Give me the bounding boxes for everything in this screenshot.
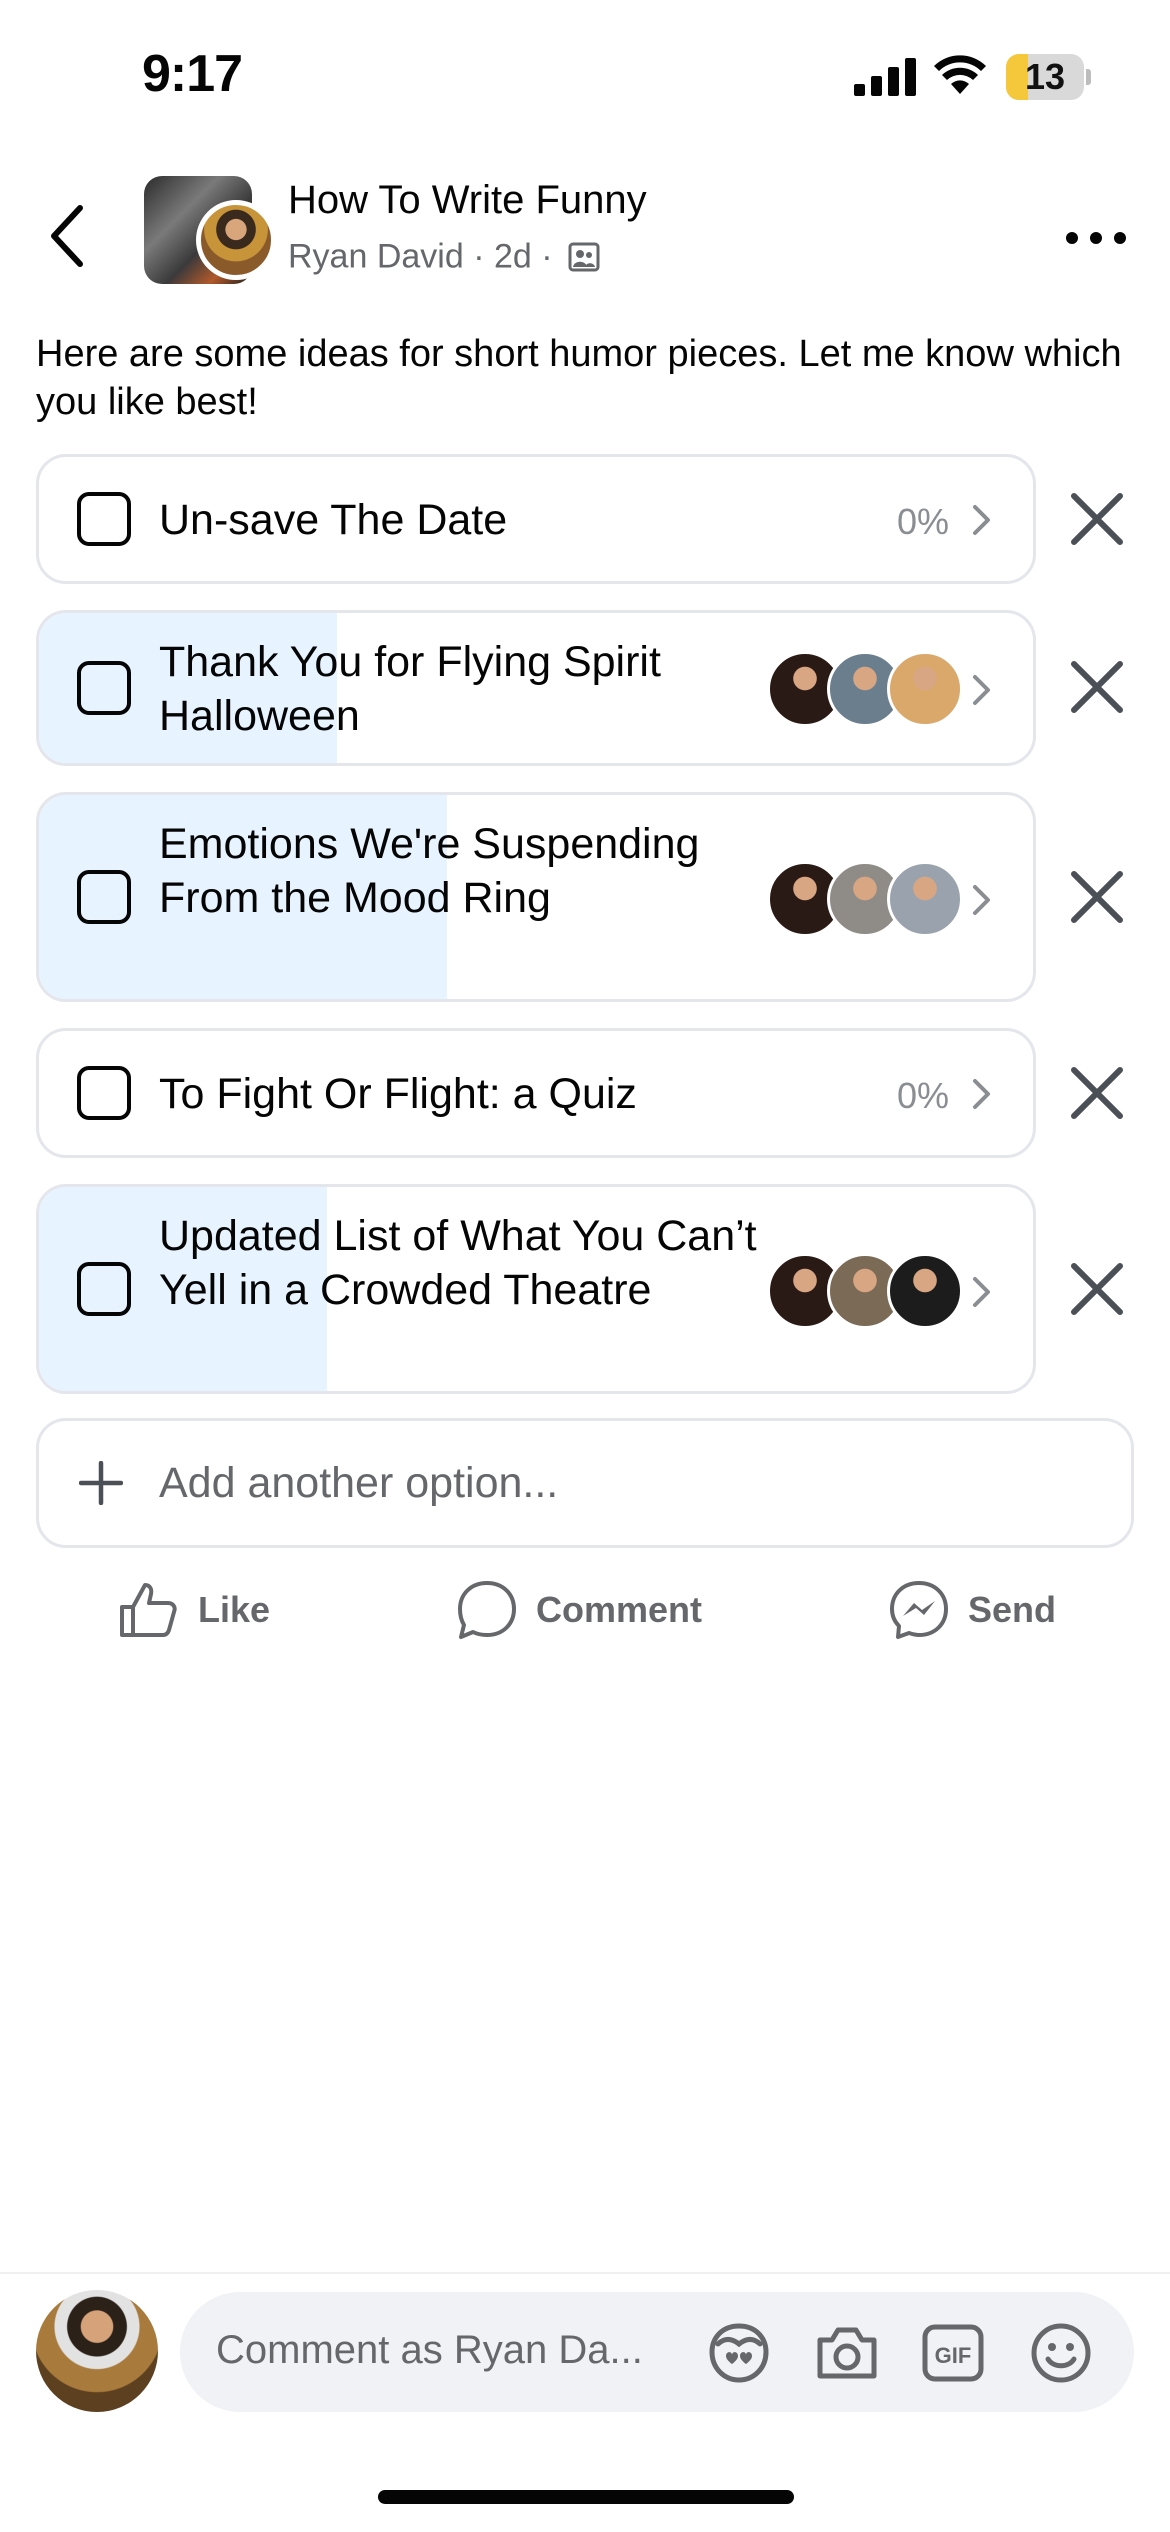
status-time: 9:17	[142, 45, 243, 103]
composer-divider	[0, 2272, 1170, 2274]
chevron-right-icon	[973, 505, 990, 535]
emoji-icon[interactable]	[1026, 2318, 1096, 2388]
post-detail-screen: 9:17 13 How To Write Funny Ryan David ·	[0, 0, 1170, 2532]
poll-option-checkbox[interactable]	[77, 1066, 131, 1120]
like-button[interactable]: Like	[118, 1570, 270, 1650]
add-option-label: Add another option...	[159, 1459, 559, 1507]
group-members-icon	[568, 242, 600, 272]
poll-option-label: Emotions We're Suspending From the Mood …	[159, 820, 700, 922]
voter-avatar	[887, 1253, 963, 1329]
remove-option-close-icon[interactable]	[1064, 1256, 1130, 1322]
poll-option[interactable]: Updated List of What You Can’t Yell in a…	[36, 1184, 1036, 1394]
poll-option-percent: 0%	[896, 1075, 949, 1116]
post-body-text: Here are some ideas for short humor piec…	[36, 333, 1122, 423]
poll-option-label: Un-save The Date	[159, 496, 508, 544]
cellular-signal-icon	[854, 58, 916, 96]
poll-option[interactable]: Emotions We're Suspending From the Mood …	[36, 792, 1036, 1002]
battery-cap	[1086, 69, 1091, 85]
author-name[interactable]: Ryan David	[288, 238, 464, 276]
status-bar: 9:17 13	[0, 0, 1170, 150]
meta-separator: ·	[473, 237, 485, 276]
poll-option-percent: 0%	[896, 501, 949, 542]
poll-option-label: To Fight Or Flight: a Quiz	[159, 1070, 637, 1118]
comment-button[interactable]: Comment	[456, 1570, 702, 1650]
voter-avatar	[887, 861, 963, 937]
home-indicator[interactable]	[378, 2490, 794, 2504]
more-options-icon[interactable]	[1064, 214, 1128, 262]
like-thumb-icon	[120, 1583, 177, 1637]
wifi-icon	[934, 55, 986, 94]
meta-separator-2: ·	[541, 237, 553, 276]
battery-indicator: 13	[1006, 54, 1092, 100]
poll-option-checkbox[interactable]	[77, 870, 131, 924]
poll-option-checkbox[interactable]	[77, 1262, 131, 1316]
plus-icon	[79, 1461, 123, 1505]
add-option-button[interactable]: Add another option...	[36, 1418, 1134, 1548]
poll-option[interactable]: Thank You for Flying Spirit Halloween	[36, 610, 1036, 766]
remove-option-close-icon[interactable]	[1064, 1060, 1130, 1126]
battery-percent: 13	[1024, 56, 1066, 97]
comment-label: Comment	[536, 1589, 703, 1630]
poll-option-voters[interactable]	[767, 651, 967, 727]
post-age[interactable]: 2d	[494, 238, 532, 276]
comment-placeholder: Comment as Ryan Da...	[216, 2328, 643, 2372]
chevron-right-icon	[973, 675, 990, 705]
back-chevron-icon[interactable]	[40, 198, 100, 274]
send-label: Send	[968, 1589, 1057, 1630]
poll-option-checkbox[interactable]	[77, 492, 131, 546]
poll-option-checkbox[interactable]	[77, 661, 131, 715]
like-label: Like	[198, 1589, 271, 1630]
battery-body: 13	[1006, 54, 1084, 100]
voter-avatar	[887, 651, 963, 727]
chevron-right-icon	[973, 1277, 990, 1307]
poll-option-voters[interactable]	[767, 1253, 967, 1329]
remove-option-close-icon[interactable]	[1064, 654, 1130, 720]
poll-option[interactable]: To Fight Or Flight: a Quiz 0%	[36, 1028, 1036, 1158]
poll-option-label: Updated List of What You Can’t Yell in a…	[159, 1212, 757, 1314]
comment-bubble-icon	[458, 1581, 516, 1639]
poll-option-label: Thank You for Flying Spirit Halloween	[159, 638, 661, 740]
chevron-right-icon	[973, 885, 990, 915]
poll-option[interactable]: Un-save The Date 0%	[36, 454, 1036, 584]
messenger-icon	[890, 1581, 948, 1639]
chevron-right-icon	[973, 1079, 990, 1109]
post-meta: Ryan David · 2d ·	[288, 236, 600, 277]
current-user-avatar[interactable]	[36, 2290, 158, 2412]
avatar-sticker-icon[interactable]	[704, 2318, 774, 2388]
remove-option-close-icon[interactable]	[1064, 486, 1130, 552]
send-button[interactable]: Send	[888, 1570, 1056, 1650]
remove-option-close-icon[interactable]	[1064, 864, 1130, 930]
poll-option-voters[interactable]	[767, 861, 967, 937]
svg-text:GIF: GIF	[935, 2343, 972, 2368]
author-avatar[interactable]	[196, 200, 276, 280]
gif-icon[interactable]: GIF	[918, 2318, 988, 2388]
comment-input[interactable]: Comment as Ryan Da... GIF	[180, 2292, 1134, 2412]
camera-icon[interactable]	[812, 2318, 882, 2388]
group-title[interactable]: How To Write Funny	[288, 178, 647, 223]
